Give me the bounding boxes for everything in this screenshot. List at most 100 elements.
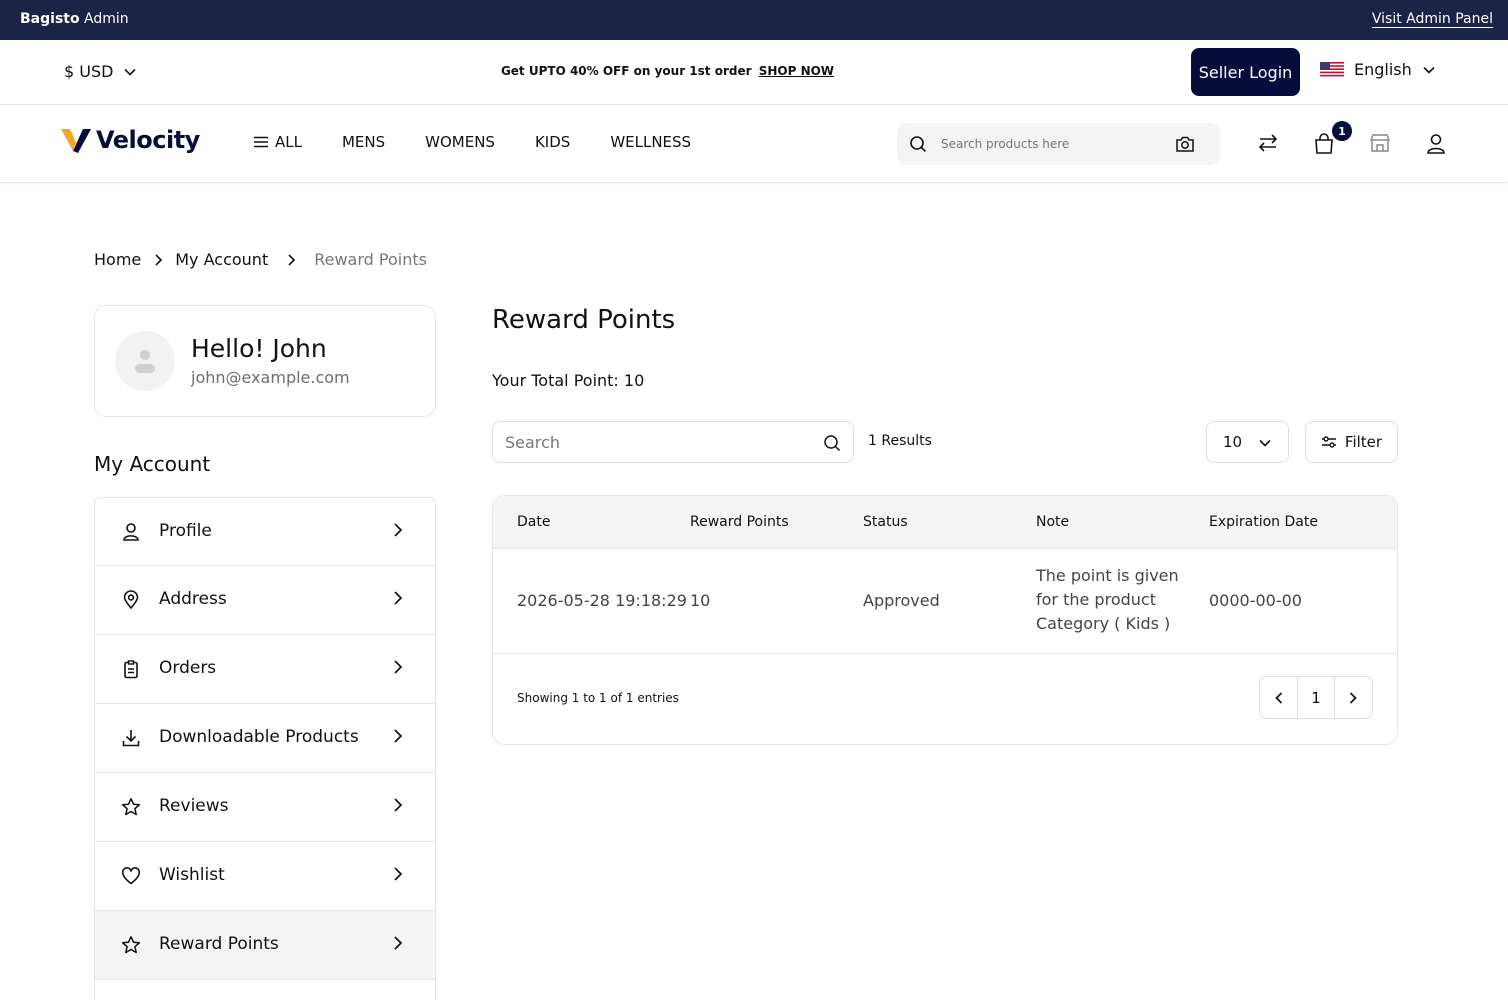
- sidebar-title: My Account: [94, 452, 211, 476]
- store-logo[interactable]: Velocity: [60, 125, 200, 155]
- nav-item-wellness[interactable]: WELLNESS: [610, 133, 691, 151]
- visit-admin-panel-link[interactable]: Visit Admin Panel: [1372, 11, 1493, 27]
- sidebar-item-reward-points[interactable]: Reward Points: [94, 911, 436, 980]
- product-search-input[interactable]: [941, 131, 1166, 157]
- breadcrumb-current: Reward Points: [314, 250, 427, 269]
- nav-item-mens[interactable]: MENS: [342, 133, 385, 151]
- per-page-select[interactable]: 10: [1206, 421, 1289, 463]
- star-icon: [121, 936, 141, 954]
- chevron-right-icon: [394, 523, 403, 537]
- breadcrumb: Home My Account Reward Points: [94, 250, 427, 269]
- category-nav: ALL MENS WOMENS KIDS WELLNESS: [253, 133, 691, 151]
- cell-note: The point is given for the product Categ…: [1036, 566, 1179, 633]
- greeting: Hello! John: [191, 334, 327, 363]
- filter-button[interactable]: Filter: [1305, 421, 1398, 463]
- filter-label: Filter: [1344, 433, 1383, 451]
- compare-arrows-icon[interactable]: [1257, 133, 1279, 153]
- sidebar-item-label: Downloadable Products: [159, 727, 359, 747]
- chevron-right-icon: [394, 591, 403, 605]
- cell-status: Approved: [863, 591, 940, 610]
- language-selector[interactable]: English: [1320, 60, 1436, 79]
- reward-points-table: Date Reward Points Status Note Expiratio…: [492, 495, 1398, 745]
- results-count: 1 Results: [868, 433, 932, 449]
- cell-reward-points: 10: [690, 591, 711, 610]
- sidebar-item-address[interactable]: Address: [94, 566, 436, 635]
- shopping-bag-icon[interactable]: [1314, 133, 1334, 155]
- sidebar-item-reviews[interactable]: Reviews: [94, 773, 436, 842]
- cell-date: 2026-05-28 19:18:29: [517, 591, 687, 610]
- datagrid-search-input[interactable]: [505, 430, 805, 454]
- sidebar-item-downloadable-products[interactable]: Downloadable Products: [94, 704, 436, 773]
- user-email: john@example.com: [191, 368, 350, 387]
- pagination: 1: [1259, 676, 1373, 719]
- sidebar-item-label: Reward Points: [159, 934, 279, 954]
- user-placeholder-icon: [135, 350, 155, 373]
- breadcrumb-home[interactable]: Home: [94, 250, 141, 269]
- product-search-box: [897, 123, 1220, 165]
- total-point: Your Total Point: 10: [492, 371, 645, 390]
- sliders-icon: [1321, 436, 1336, 448]
- user-icon: [123, 523, 139, 541]
- chevron-left-icon: [1274, 691, 1282, 704]
- sidebar-item-label: Orders: [159, 658, 217, 678]
- nav-item-womens[interactable]: WOMENS: [425, 133, 495, 151]
- nav-item-all[interactable]: ALL: [253, 133, 302, 151]
- velocity-logo-icon: [61, 129, 91, 153]
- per-page-value: 10: [1223, 433, 1243, 451]
- promo-text: Get UPTO 40% OFF on your 1st order: [500, 64, 752, 78]
- seller-login-button[interactable]: Seller Login: [1191, 48, 1300, 96]
- nav-label: ALL: [275, 133, 302, 151]
- sidebar-item-label: Address: [159, 589, 227, 609]
- column-header-date[interactable]: Date: [517, 514, 550, 530]
- sidebar-item-profile[interactable]: Profile: [94, 497, 436, 566]
- hamburger-icon: [254, 136, 268, 148]
- chevron-right-icon: [394, 867, 403, 881]
- admin-brand-rest: Admin: [84, 11, 129, 27]
- language-label: English: [1354, 60, 1412, 79]
- pagination-summary: Showing 1 to 1 of 1 entries: [517, 691, 679, 705]
- search-icon[interactable]: [909, 135, 927, 153]
- logo-text: Velocity: [96, 126, 200, 154]
- storefront-icon[interactable]: [1369, 133, 1391, 153]
- sidebar-item-label: Reviews: [159, 796, 229, 816]
- camera-icon[interactable]: [1175, 135, 1195, 153]
- next-page-button[interactable]: [1335, 677, 1372, 718]
- chevron-down-icon: [1259, 439, 1271, 447]
- shop-now-link[interactable]: SHOP NOW: [759, 64, 834, 78]
- user-account-icon[interactable]: [1426, 133, 1446, 155]
- table-row: 2026-05-28 19:18:29 10 Approved The poin…: [493, 549, 1397, 654]
- avatar: [115, 331, 175, 391]
- main-header: Velocity ALL MENS WOMENS KIDS WELLNESS 1: [0, 105, 1508, 183]
- column-header-status[interactable]: Status: [863, 514, 908, 530]
- chevron-right-icon: [394, 729, 403, 743]
- nav-item-kids[interactable]: KIDS: [535, 133, 570, 151]
- chevron-right-icon: [155, 253, 163, 266]
- cart-count-badge: 1: [1332, 121, 1352, 141]
- sidebar-item-label: Profile: [159, 521, 212, 541]
- us-flag-icon: [1320, 61, 1344, 78]
- account-sidebar: Profile Address Orders Downloadable Prod…: [94, 497, 436, 1000]
- search-icon[interactable]: [823, 434, 841, 452]
- sidebar-item-orders[interactable]: Orders: [94, 635, 436, 704]
- chevron-right-icon: [394, 660, 403, 674]
- star-icon: [121, 798, 141, 816]
- chevron-right-icon: [394, 936, 403, 950]
- heart-icon: [121, 867, 141, 885]
- previous-page-button[interactable]: [1260, 677, 1297, 718]
- sidebar-item-wishlist[interactable]: Wishlist: [94, 842, 436, 911]
- chevron-right-icon: [1350, 691, 1358, 704]
- clipboard-icon: [124, 660, 138, 679]
- page-number[interactable]: 1: [1297, 677, 1335, 718]
- admin-brand: Bagisto Admin: [20, 11, 129, 27]
- column-header-expiration-date[interactable]: Expiration Date: [1209, 514, 1318, 530]
- cell-expiration-date: 0000-00-00: [1209, 591, 1302, 610]
- promo-banner: Get UPTO 40% OFF on your 1st order SHOP …: [0, 64, 1335, 78]
- column-header-note[interactable]: Note: [1036, 514, 1069, 530]
- breadcrumb-my-account[interactable]: My Account: [175, 250, 268, 269]
- datagrid-search: [492, 421, 854, 463]
- download-icon: [122, 730, 140, 747]
- promo-row: $ USD Get UPTO 40% OFF on your 1st order…: [0, 40, 1508, 105]
- sidebar-item-label: Wishlist: [159, 865, 225, 885]
- column-header-reward-points[interactable]: Reward Points: [690, 514, 789, 530]
- sidebar-item-next[interactable]: [94, 980, 436, 1000]
